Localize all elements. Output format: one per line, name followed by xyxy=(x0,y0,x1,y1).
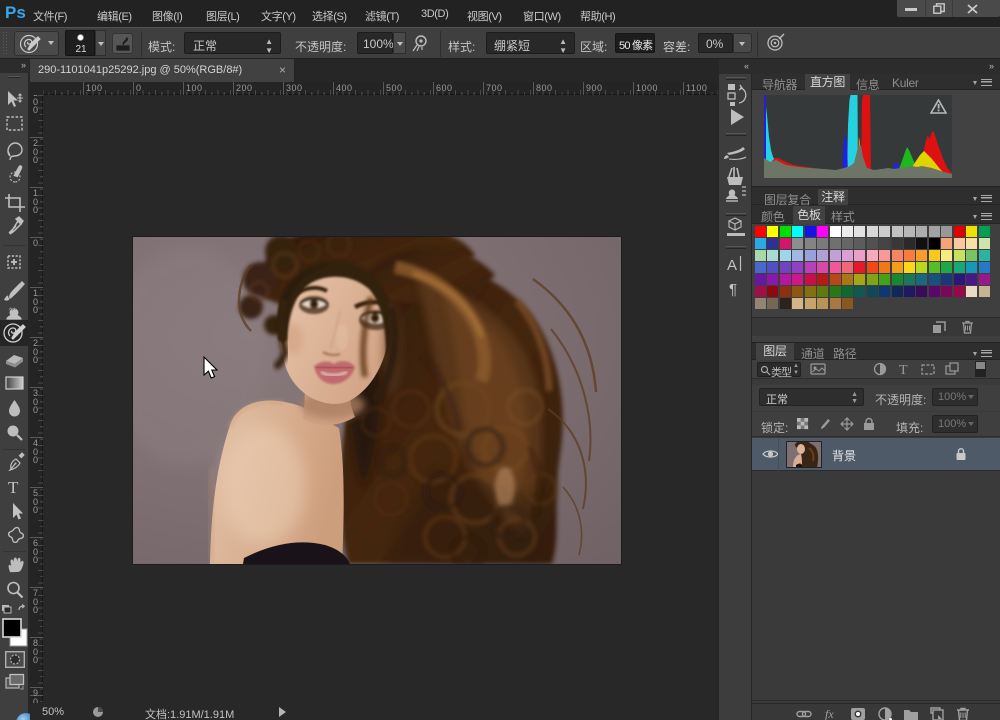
svg-text:¶: ¶ xyxy=(729,281,737,298)
svg-text:T: T xyxy=(899,363,908,377)
svg-text:A: A xyxy=(727,257,737,274)
svg-text:fx: fx xyxy=(825,707,834,720)
svg-text:T: T xyxy=(8,478,19,497)
